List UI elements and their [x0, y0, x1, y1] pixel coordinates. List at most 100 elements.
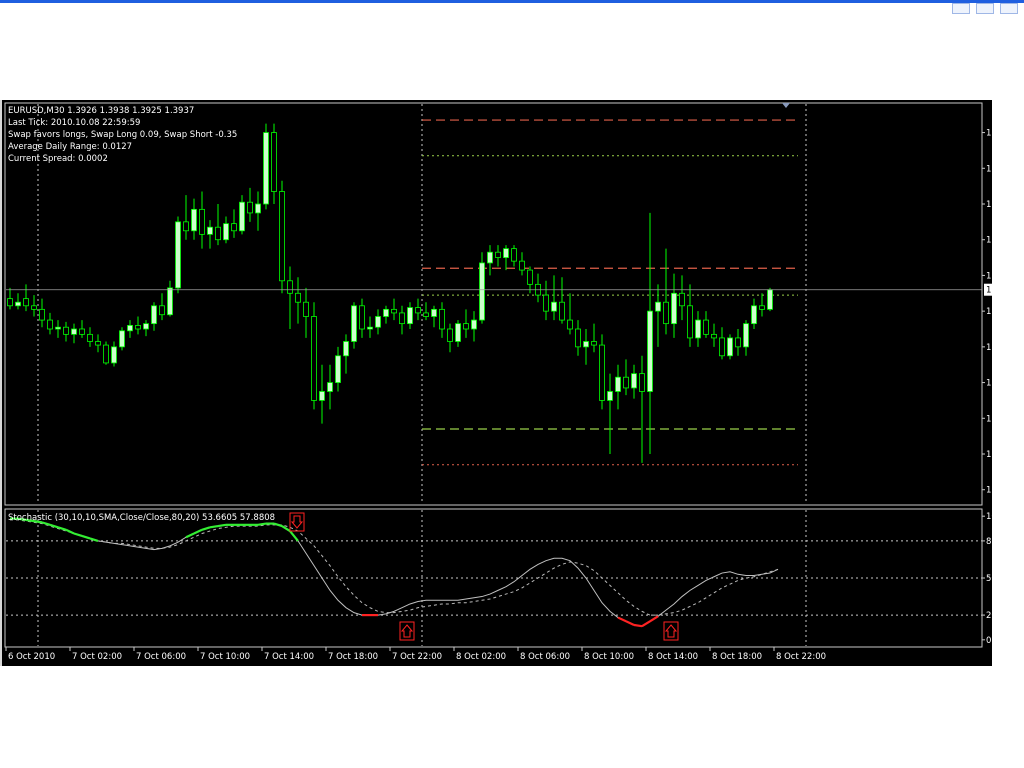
time-tick-label: 8 Oct 14:00 [648, 652, 698, 662]
price-tick-label: 1.3825 [986, 486, 992, 496]
candle-body [695, 319, 701, 339]
candle-body [63, 326, 69, 335]
candle-body [279, 191, 285, 282]
time-tick-label: 7 Oct 10:00 [200, 652, 250, 662]
candle-body [575, 328, 581, 348]
price-tick-label: 1.4025 [986, 129, 992, 139]
time-tick-label: 7 Oct 22:00 [392, 652, 442, 662]
candle-body [735, 337, 741, 348]
candle-body [103, 344, 109, 364]
candle-body [543, 294, 549, 312]
stoch-tick-label: 0 [986, 636, 991, 646]
stoch-overbought-segment [209, 524, 219, 529]
current-price-label: 1.3937 [986, 286, 992, 296]
candle-body [295, 292, 301, 303]
time-tick-label: 6 Oct 2010 [8, 652, 55, 662]
candle-body [415, 307, 421, 314]
price-tick-label: 1.3945 [986, 271, 992, 281]
time-tick-label: 7 Oct 18:00 [328, 652, 378, 662]
candle-body [431, 308, 437, 317]
candle-body [79, 328, 85, 335]
candle-body [559, 301, 565, 321]
price-tick-label: 1.4005 [986, 164, 992, 174]
candle-body [231, 223, 237, 232]
candle-body [439, 308, 445, 330]
price-tick-label: 1.3965 [986, 236, 992, 246]
candle-body [631, 373, 637, 389]
candle-body [263, 132, 269, 205]
candle-body [127, 325, 133, 332]
close-button[interactable] [1000, 3, 1018, 14]
stochastic-title: Stochastic (30,10,10,SMA,Close/Close,80,… [8, 513, 275, 523]
time-tick-label: 7 Oct 06:00 [136, 652, 186, 662]
candle-body [23, 298, 29, 307]
candle-body [95, 341, 101, 346]
candle-body [519, 260, 525, 271]
chart-canvas[interactable]: 1.3937 1.4025 1.4005 1.3985 1.3965 1.3945 1.3… [2, 100, 992, 666]
candle-body [319, 391, 325, 401]
price-tick-label: 1.3845 [986, 450, 992, 460]
candle-body [479, 262, 485, 321]
candle-body [391, 308, 397, 314]
price-tick-label: 1.3885 [986, 379, 992, 389]
candle-body [207, 226, 213, 235]
candle-body [423, 312, 429, 317]
candle-body [455, 323, 461, 342]
candle-body [135, 325, 141, 330]
candle-body [711, 333, 717, 339]
candle-body [175, 221, 181, 289]
candle-body [503, 248, 509, 258]
stoch-oversold-segment [633, 623, 643, 628]
candle-body [287, 280, 293, 294]
candle-body [511, 248, 517, 262]
candle-body [727, 337, 733, 357]
candle-body [15, 301, 21, 307]
candle-body [87, 333, 93, 342]
candle-body [383, 308, 389, 317]
candle-body [71, 328, 77, 335]
candle-body [767, 289, 773, 310]
candle-body [607, 391, 613, 401]
candle-body [751, 305, 757, 325]
candle-body [199, 208, 205, 235]
maximize-button[interactable] [976, 3, 994, 14]
info-line-3: Average Daily Range: 0.0127 [8, 142, 132, 152]
candle-body [615, 376, 621, 392]
candle-body [687, 305, 693, 339]
chart-window[interactable]: 1.3937 1.4025 1.4005 1.3985 1.3965 1.3945 1.3… [2, 100, 992, 666]
candle-body [759, 305, 765, 310]
price-tick-label: 1.3865 [986, 414, 992, 424]
time-tick-label: 8 Oct 22:00 [776, 652, 826, 662]
candle-body [495, 251, 501, 258]
time-tick-label: 8 Oct 18:00 [712, 652, 762, 662]
candle-body [527, 269, 533, 285]
minimize-button[interactable] [952, 3, 970, 14]
stoch-tick-label: 80 [986, 537, 992, 547]
candle-body [111, 346, 117, 364]
candle-body [7, 298, 13, 307]
candle-body [399, 312, 405, 325]
candle-body [327, 382, 333, 392]
symbol-line: EURUSD,M30 1.3926 1.3938 1.3925 1.3937 [8, 106, 194, 116]
candle-body [215, 226, 221, 241]
candle-body [487, 251, 493, 264]
price-tick-label: 1.3905 [986, 343, 992, 353]
stoch-overbought-segment [217, 523, 227, 528]
candle-body [311, 316, 317, 401]
candle-body [599, 344, 605, 401]
candle-body [335, 355, 341, 383]
candle-body [47, 319, 53, 330]
candle-body [143, 323, 149, 330]
chart-background [2, 100, 992, 666]
candle-body [151, 305, 157, 325]
desktop-area [0, 666, 1024, 768]
time-tick-label: 7 Oct 14:00 [264, 652, 314, 662]
candle-body [407, 307, 413, 325]
candle-body [447, 328, 453, 342]
candle-body [583, 341, 589, 348]
info-line-4: Current Spread: 0.0002 [8, 154, 108, 164]
time-tick-label: 7 Oct 02:00 [72, 652, 122, 662]
candle-body [471, 319, 477, 330]
candle-body [39, 308, 45, 321]
candle-body [663, 301, 669, 325]
